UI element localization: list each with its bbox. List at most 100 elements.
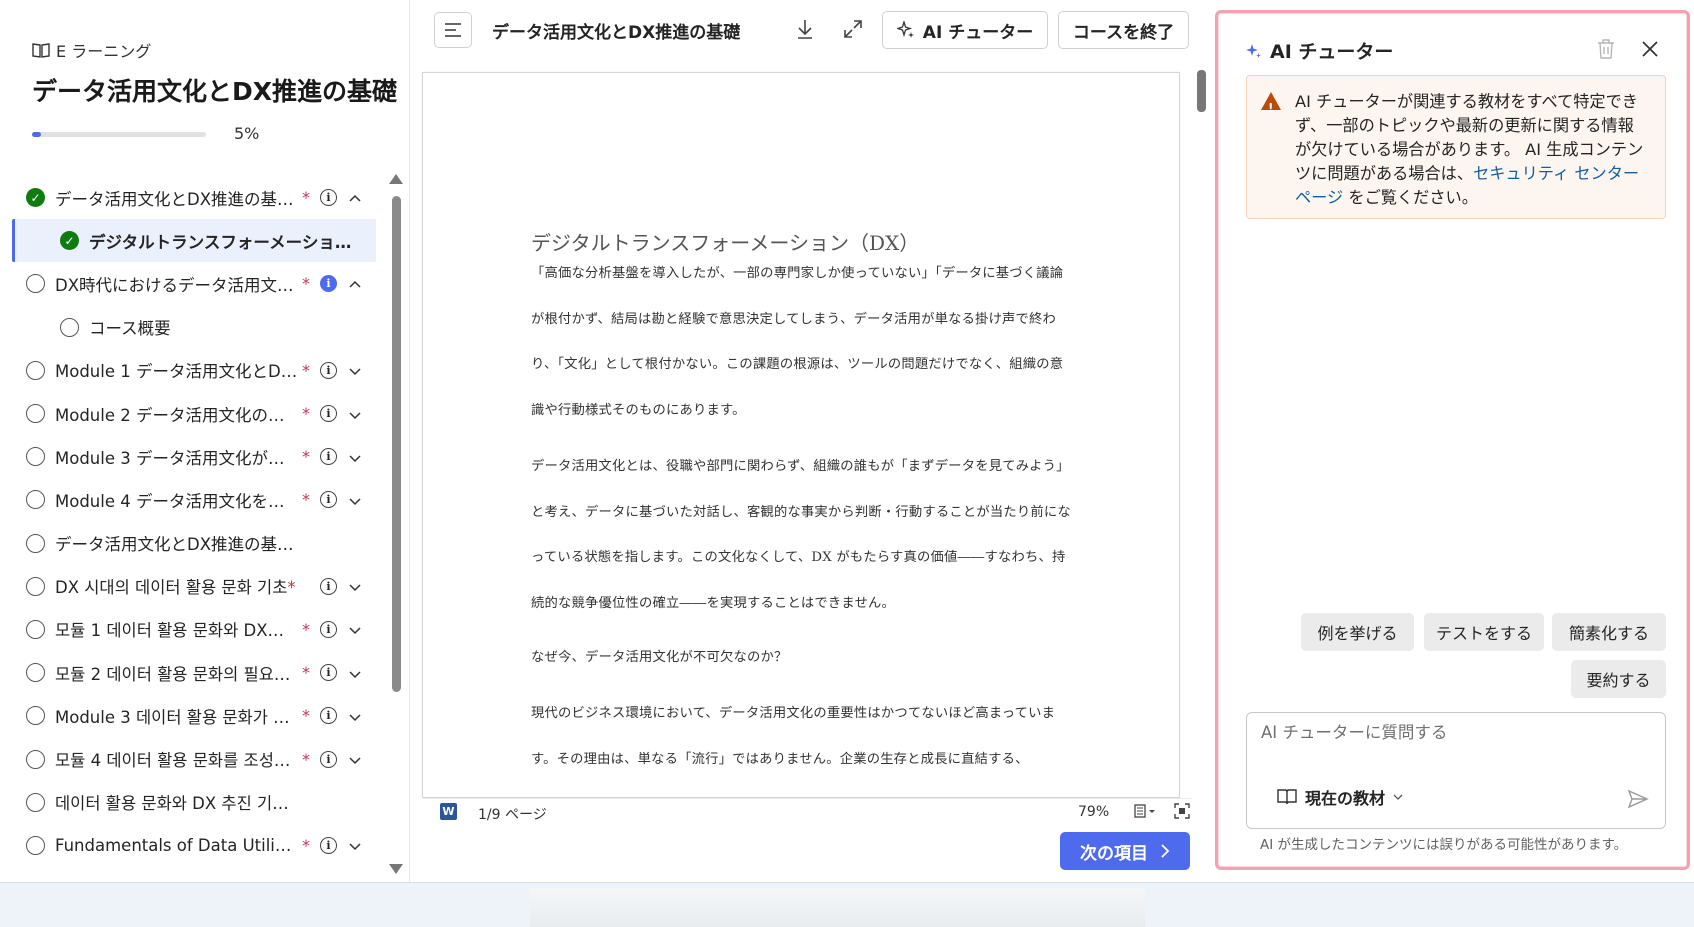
chevron-down-icon[interactable] <box>348 709 362 723</box>
radio-circle-icon <box>26 274 45 294</box>
sidebar-item[interactable]: Module 3 데이터 활용 문화가 … * i <box>0 694 390 737</box>
sidebar-item-label: デジタルトランスフォーメーショ… <box>89 232 352 252</box>
sidebar-item[interactable]: Module 3 データ活用文化が根… * i <box>0 435 390 478</box>
sidebar-item[interactable]: 모듈 1 데이터 활용 문화와 DX… * i <box>0 608 390 651</box>
info-icon[interactable]: i <box>320 189 337 207</box>
send-button[interactable] <box>1627 789 1649 809</box>
chevron-down-icon[interactable] <box>348 407 362 421</box>
info-icon[interactable]: i <box>320 664 337 682</box>
sidebar-item[interactable]: DX 시대의 데이터 활용 문화 기초* i <box>0 565 390 608</box>
info-icon[interactable]: i <box>320 275 337 293</box>
course-title: データ活用文化とDX推進の基礎 <box>32 77 398 106</box>
expand-button[interactable] <box>840 16 866 42</box>
chevron-down-icon[interactable] <box>348 666 362 680</box>
info-icon[interactable]: i <box>320 361 337 379</box>
chevron-down-icon[interactable] <box>348 493 362 507</box>
progress-bar <box>32 132 206 137</box>
sidebar-item[interactable]: 데이터 활용 문화와 DX 추진 기초 퀴즈* <box>0 781 390 824</box>
question-input-box: 現在の教材 <box>1246 712 1666 829</box>
chevron-down-icon[interactable] <box>348 622 362 636</box>
course-sidebar: E ラーニング データ活用文化とDX推進の基礎 5% ✓ データ活用文化とDX推進… <box>0 0 410 882</box>
sidebar-item[interactable]: コース概要 <box>0 306 390 349</box>
delete-chat-button[interactable] <box>1596 38 1616 60</box>
view-mode-button[interactable] <box>1134 804 1156 822</box>
radio-circle-icon <box>26 792 45 812</box>
sidebar-item[interactable]: ✓ データ活用文化とDX推進の基… * i <box>0 176 390 219</box>
content-area: データ活用文化とDX推進の基礎 AI チューター コースを終了 デジタルトランス… <box>410 0 1210 882</box>
next-item-button[interactable]: 次の項目 <box>1060 832 1190 870</box>
sidebar-item[interactable]: DX時代におけるデータ活用文… * i <box>0 262 390 305</box>
document-paragraph-3: なぜ今、データ活用文化が不可欠なのか？ <box>531 650 788 665</box>
info-icon[interactable]: i <box>320 707 337 725</box>
warning-tail: をご覧ください。 <box>1343 188 1478 207</box>
sidebar-item-label: Fundamentals of Data Utilizatio… <box>55 835 300 855</box>
sidebar-item-label: データ活用文化とDX推進の基… <box>55 189 294 209</box>
sidebar-scrollbar-thumb[interactable] <box>392 196 401 692</box>
document-scrollbar-thumb[interactable] <box>1197 70 1206 112</box>
question-input[interactable] <box>1261 723 1651 742</box>
ai-tutor-button[interactable]: AI チューター <box>882 11 1048 49</box>
sidebar-item-label: Module 3 データ活用文化が根… <box>55 448 300 468</box>
material-selector[interactable]: 現在の教材 <box>1277 785 1403 809</box>
sidebar-item[interactable]: Fundamentals of Data Utilizatio…* i <box>0 824 390 867</box>
radio-circle-icon <box>26 576 45 596</box>
sidebar-item[interactable]: 모듈 4 데이터 활용 문화를 조성… * i <box>0 737 390 780</box>
sidebar-item[interactable]: Module 1 データ活用文化とDX… * i <box>0 349 390 392</box>
chevron-down-icon <box>1393 794 1403 800</box>
document-title: データ活用文化とDX推進の基礎 <box>492 23 741 43</box>
sidebar-item[interactable]: 모듈 2 데이터 활용 문화의 필요… * i <box>0 651 390 694</box>
ai-tutor-panel: AI チューター ! AI チューターが関連する教材をすべて特定できず、一部のト… <box>1215 10 1690 870</box>
sidebar-item[interactable]: Module 2 データ活用文化の必… * i <box>0 392 390 435</box>
chevron-up-icon[interactable] <box>348 277 362 291</box>
sidebar-item-label: Module 4 データ活用文化を醸… <box>55 491 300 511</box>
sidebar-item-label: 모듈 4 데이터 활용 문화를 조성… <box>55 751 291 771</box>
sidebar-item[interactable]: Module 4 データ活用文化を醸… * i <box>0 478 390 521</box>
close-panel-button[interactable] <box>1640 39 1660 59</box>
page-view-icon <box>1134 804 1155 818</box>
elearning-label: E ラーニング <box>32 38 151 62</box>
sidebar-item[interactable]: データ活用文化とDX推進の基礎クイズ* <box>0 522 390 565</box>
info-icon[interactable]: i <box>320 577 337 595</box>
download-button[interactable] <box>792 16 818 42</box>
sidebar-item-label: DX 시대의 데이터 활용 문화 기초* <box>55 578 296 598</box>
chip-summarize[interactable]: 要約する <box>1571 660 1666 698</box>
sidebar-item-label: 모듈 1 데이터 활용 문화와 DX… <box>55 621 285 641</box>
chevron-down-icon[interactable] <box>348 363 362 377</box>
ai-tutor-button-label: AI チューター <box>922 22 1034 43</box>
end-course-button[interactable]: コースを終了 <box>1058 11 1189 49</box>
chevron-down-icon[interactable] <box>348 752 362 766</box>
ai-disclaimer: AI が生成したコンテンツには誤りがある可能性があります。 <box>1260 837 1628 853</box>
chip-give-example[interactable]: 例を挙げる <box>1301 613 1414 651</box>
check-circle-icon: ✓ <box>60 231 79 251</box>
info-icon[interactable]: i <box>320 491 337 509</box>
zoom-level[interactable]: 79% <box>1078 804 1109 820</box>
course-nav: ✓ データ活用文化とDX推進の基… * i ✓ デジタルトランスフォーメーショ… DX時代に… <box>0 176 390 876</box>
menu-button[interactable] <box>434 12 472 48</box>
scroll-down-arrow[interactable] <box>389 864 403 874</box>
chevron-down-icon[interactable] <box>348 450 362 464</box>
info-icon[interactable]: i <box>320 620 337 638</box>
chip-test[interactable]: テストをする <box>1424 613 1544 651</box>
info-icon[interactable]: i <box>320 405 337 423</box>
info-icon[interactable]: i <box>320 836 337 854</box>
chevron-up-icon[interactable] <box>348 191 362 205</box>
warning-icon-mark: ! <box>1268 101 1274 115</box>
scroll-up-arrow[interactable] <box>389 174 403 184</box>
trash-icon <box>1598 39 1614 59</box>
chevron-down-icon[interactable] <box>348 838 362 852</box>
document-paragraph-4: 現代のビジネス環境において、データ活用文化の重要性はかつてないほど高まっています… <box>531 706 1056 767</box>
bottom-shadow <box>530 888 1145 927</box>
end-course-label: コースを終了 <box>1072 22 1175 43</box>
info-icon[interactable]: i <box>320 448 337 466</box>
download-icon <box>798 20 812 39</box>
chevron-down-icon[interactable] <box>348 579 362 593</box>
document-paragraph-2: データ活用文化とは、役職や部門に関わらず、組織の誰もが「まずデータを見てみよう」… <box>531 459 1071 611</box>
fit-page-button[interactable] <box>1174 803 1190 823</box>
send-icon <box>1627 789 1649 809</box>
info-icon[interactable]: i <box>320 750 337 768</box>
sidebar-item[interactable]: ✓ デジタルトランスフォーメーショ… <box>12 219 376 263</box>
radio-circle-icon <box>26 619 45 639</box>
chip-simplify[interactable]: 簡素化する <box>1552 613 1666 651</box>
required-marker: * <box>302 663 310 683</box>
radio-circle-icon <box>60 317 79 337</box>
